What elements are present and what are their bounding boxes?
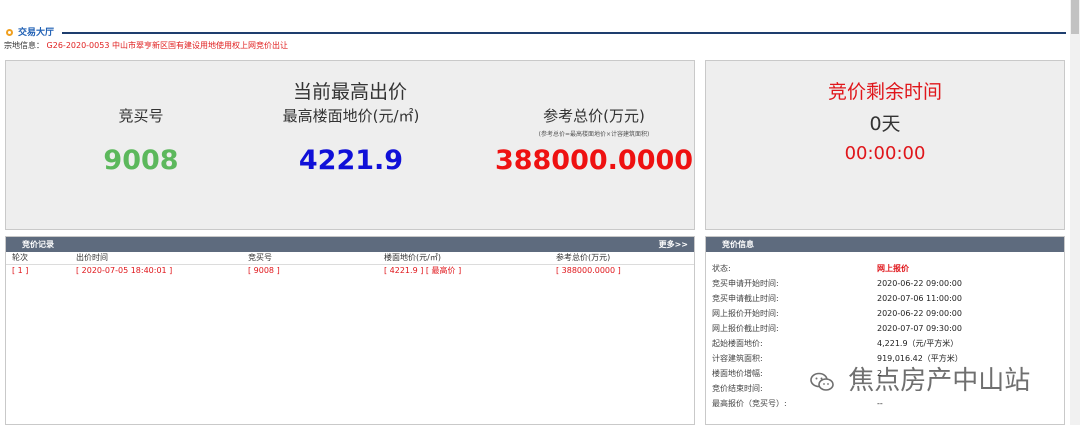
col-round: 轮次 [12,253,28,262]
info-label: 网上报价开始时间: [712,309,779,318]
info-row-bid-start: 网上报价开始时间: 2020-06-22 09:00:00 [712,306,1057,321]
info-label: 竞价结束时间: [712,384,763,393]
total-price-note: (参考总价=最高楼面地价×计容建筑面积) [538,131,650,138]
table-row: [ 1 ] [ 2020-07-05 18:40:01 ] [ 9008 ] [… [6,265,694,277]
scrollbar[interactable] [1070,0,1080,425]
row-bid-number: [ 9008 ] [248,266,280,275]
info-label: 起始楼面地价: [712,339,763,348]
info-value: -- [877,399,883,408]
col-time: 出价时间 [76,253,108,262]
info-row-apply-start: 竞买申请开始时间: 2020-06-22 09:00:00 [712,276,1057,291]
info-label: 楼面地价增幅: [712,369,763,378]
info-label: 状态: [712,264,731,273]
watermark-text: 焦点房产中山站 [848,366,1031,396]
bid-number-column: 竞买号 [66,105,216,126]
info-label: 竞买申请开始时间: [712,279,779,288]
header-divider [62,32,1066,34]
scrollbar-thumb[interactable] [1071,0,1079,34]
floor-price-column: 最高楼面地价(元/㎡) [261,105,441,126]
info-value: 2020-06-22 09:00:00 [877,279,962,288]
remaining-time-panel: 竞价剩余时间 0天 00:00:00 [705,60,1065,230]
info-value: 2020-07-07 09:30:00 [877,324,962,333]
total-price-column: 参考总价(万元) (参考总价=最高楼面地价×计容建筑面积) [494,105,694,138]
land-info-label: 宗地信息： [4,41,44,50]
info-row-apply-end: 竞买申请截止时间: 2020-07-06 11:00:00 [712,291,1057,306]
bid-number-label: 竞买号 [118,107,164,125]
info-label: 竞买申请截止时间: [712,294,779,303]
bid-records-title: 竞价记录 [22,240,54,249]
more-link[interactable]: 更多>> [659,237,688,252]
remaining-days: 0天 [869,113,901,135]
total-price-value: 388000.0000 [494,145,694,176]
info-row-status: 状态: 网上报价 [712,261,1057,276]
hall-header: 交易大厅 [4,26,1066,40]
records-table-header: 轮次 出价时间 竞买号 楼面地价(元/㎡) 参考总价(万元) [6,252,694,265]
bid-records-header: 竞价记录 更多>> [6,237,694,252]
info-label: 最高报价（竞买号）: [712,399,787,408]
bid-info-title: 竞价信息 [722,240,754,249]
info-value: 4,221.9（元/平方米） [877,339,959,348]
circle-icon [6,29,13,36]
info-row-top-bidder: 最高报价（竞买号）: -- [712,396,1057,411]
floor-price-value: 4221.9 [298,145,404,176]
remaining-time-title: 竞价剩余时间 [827,81,942,103]
row-round: [ 1 ] [12,266,29,275]
info-row-bid-end: 网上报价截止时间: 2020-07-07 09:30:00 [712,321,1057,336]
watermark: 焦点房产中山站 [810,360,1030,397]
info-value: 网上报价 [877,264,909,273]
highest-bid-title: 当前最高出价 [292,81,407,103]
hall-title: 交易大厅 [18,28,55,38]
info-value: 2020-06-22 09:00:00 [877,309,962,318]
col-total-price: 参考总价(万元) [556,253,611,262]
total-price-label: 参考总价(万元) [543,107,645,125]
remaining-clock: 00:00:00 [844,143,926,164]
floor-price-label: 最高楼面地价(元/㎡) [282,107,420,125]
bid-number-value: 9008 [103,145,179,176]
info-value: 2020-07-06 11:00:00 [877,294,962,303]
bid-info-header: 竞价信息 [706,237,1064,252]
highest-bid-panel: 当前最高出价 竞买号 最高楼面地价(元/㎡) 参考总价(万元) (参考总价=最高… [5,60,695,230]
info-label: 计容建筑面积: [712,354,763,363]
col-bid-number: 竞买号 [248,253,272,262]
land-info: 宗地信息： G26-2020-0053 中山市翠亨新区国有建设用地使用权上网竞价… [4,40,288,52]
info-row-start-price: 起始楼面地价: 4,221.9（元/平方米） [712,336,1057,351]
info-label: 网上报价截止时间: [712,324,779,333]
bid-records-panel: 竞价记录 更多>> 轮次 出价时间 竞买号 楼面地价(元/㎡) 参考总价(万元)… [5,236,695,425]
row-time: [ 2020-07-05 18:40:01 ] [76,266,173,275]
land-info-name[interactable]: G26-2020-0053 中山市翠亨新区国有建设用地使用权上网竞价出让 [47,41,288,50]
row-floor-price: [ 4221.9 ] [ 最高价 ] [384,266,462,275]
row-total-price: [ 388000.0000 ] [556,266,621,275]
wechat-icon [810,372,834,391]
col-floor-price: 楼面地价(元/㎡) [384,253,441,262]
